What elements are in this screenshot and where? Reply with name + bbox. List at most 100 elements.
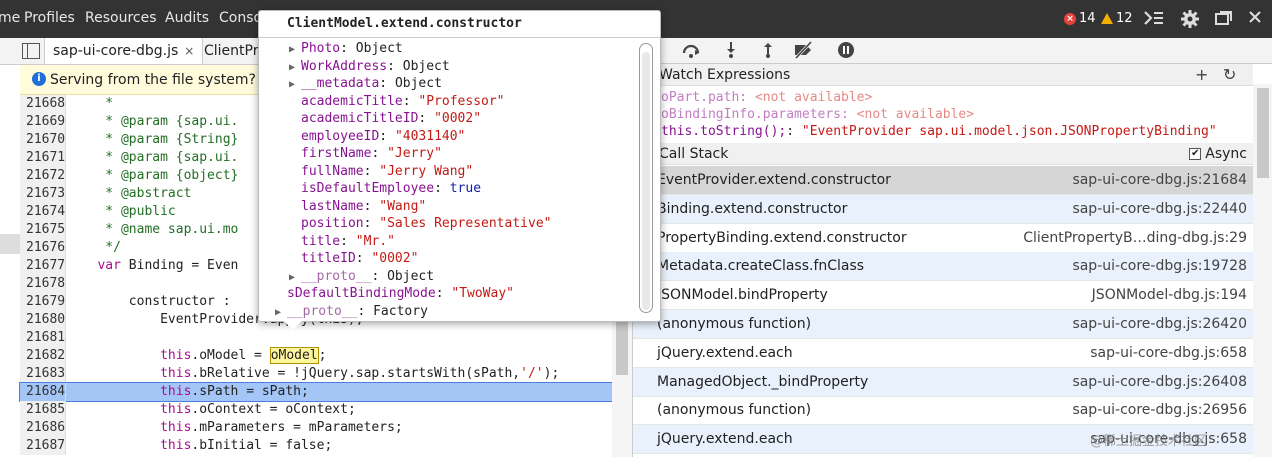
call-frame-location[interactable]: sap-ui-core-dbg.js:658 [1090,339,1247,368]
current-execution-line[interactable]: 21684 this.sPath = sPath; [19,382,613,402]
sidebar-scrollbar[interactable] [1253,84,1272,457]
call-frame-location[interactable]: sap-ui-core-dbg.js:26420 [1072,310,1247,339]
line-number[interactable]: 21674 [20,203,66,221]
call-frame[interactable]: (anonymous function) sap-ui-core-dbg.js:2… [633,396,1253,426]
key-separator: : [340,41,356,56]
step-into-icon[interactable] [721,41,741,63]
call-frame[interactable]: PropertyBinding.extend.constructor Client… [633,224,1253,253]
line-number[interactable]: 21676 [20,239,66,257]
line-number[interactable]: 21679 [20,293,66,311]
line-number[interactable]: 21681 [20,329,66,347]
expand-arrow-icon[interactable]: ▶ [289,41,301,59]
step-out-icon[interactable] [758,41,778,63]
code-line[interactable]: 21681 [20,329,612,347]
dock-side-icon[interactable] [1214,9,1234,32]
call-frame-location[interactable]: sap-ui-core-dbg.js:19728 [1072,252,1247,281]
error-counter[interactable]: × 14 [1064,11,1096,26]
pause-on-exceptions-icon[interactable] [836,41,856,63]
expand-arrow-icon[interactable]: ▶ [275,304,287,322]
code-token: .sPath = sPath; [191,384,309,399]
call-frame[interactable]: jQuery.extend.each sap-ui-core-dbg.js:658 [633,339,1253,368]
line-number[interactable]: 21678 [20,275,66,293]
watch-expression-row[interactable]: this.toString();: "EventProvider sap.ui.… [633,123,1253,140]
close-icon[interactable] [1248,9,1262,29]
code-token: var [97,258,121,273]
refresh-watch-icon[interactable]: ↻ [1223,64,1236,86]
call-frame-location[interactable]: sap-ui-core-dbg.js:26408 [1072,368,1247,397]
scrollbar-thumb[interactable] [616,315,628,375]
call-frame[interactable]: JSONModel.bindProperty JSONModel-dbg.js:1… [633,281,1253,311]
line-source: * @name sap.ui.mo [74,221,238,239]
property-row[interactable]: ▶ Photo: Object [289,40,403,58]
tab-profiles[interactable]: Profiles [24,10,75,26]
tab-resources[interactable]: Resources [85,10,157,26]
close-tab-icon[interactable]: × [184,44,194,58]
line-number[interactable]: 21670 [20,131,66,149]
expand-arrow-icon[interactable]: ▶ [289,59,301,77]
line-number[interactable]: 21680 [20,311,66,329]
add-watch-icon[interactable]: + [1195,64,1208,86]
line-number[interactable]: 21668 [20,95,66,113]
debugger-sidebar: Watch Expressions + ↻ oPart.path: <not a… [632,38,1272,457]
line-number[interactable]: 21671 [20,149,66,167]
property-row[interactable]: ▶ __proto__: Object [289,268,434,286]
line-number[interactable]: 21683 [20,365,66,383]
call-frame[interactable]: Metadata.createClass.fnClass sap-ui-core-… [633,252,1253,282]
deactivate-breakpoints-icon[interactable] [793,40,813,63]
line-source: * @param {sap.ui. [74,149,238,167]
property-row[interactable]: ▶ WorkAddress: Object [289,58,450,76]
call-frame-location[interactable]: JSONModel-dbg.js:194 [1092,281,1247,310]
info-icon: i [32,72,46,86]
line-number[interactable]: 21687 [20,437,66,455]
code-line[interactable]: 21682 this.oModel = oModel; [20,347,612,365]
line-number[interactable]: 21672 [20,167,66,185]
code-line[interactable]: 21683 this.bRelative = !jQuery.sap.start… [20,365,612,383]
toggle-navigator-icon[interactable] [22,43,40,59]
property-row[interactable]: ▶ __proto__: Factory [275,303,428,321]
line-number[interactable]: 21685 [20,401,66,419]
call-frame-location[interactable]: sap-ui-core-dbg.js:22440 [1072,195,1247,224]
property-row[interactable]: ▶ __metadata: Object [289,75,442,93]
line-number[interactable]: 21673 [20,185,66,203]
property-key: WorkAddress [301,58,388,74]
expand-arrow-icon[interactable]: ▶ [289,269,301,287]
step-over-icon[interactable] [681,41,701,63]
file-tab-sap-ui-core[interactable]: sap-ui-core-dbg.js × [44,38,204,64]
property-row: lastName: "Wang" [289,198,426,216]
call-stack-header[interactable]: Call Stack ✔ Async [633,143,1253,165]
call-frame-location[interactable]: ClientPropertyB…ding-dbg.js:29 [1023,224,1247,253]
async-checkbox[interactable]: ✔ [1189,148,1202,160]
watch-expression-row[interactable]: oPart.path: <not available> [633,89,1253,106]
console-drawer-icon[interactable] [1143,9,1165,32]
scrollbar-thumb[interactable] [642,52,650,310]
call-frame-function: (anonymous function) [657,402,812,419]
call-frame[interactable]: (anonymous function) sap-ui-core-dbg.js:2… [633,310,1253,339]
call-frame-location[interactable]: sap-ui-core-dbg.js:26956 [1072,396,1247,425]
call-frame[interactable]: EventProvider.extend.constructor sap-ui-c… [633,166,1253,195]
popover-scrollbar[interactable] [639,43,653,313]
hover-token[interactable]: oModel [269,347,319,364]
tab-console[interactable]: Conso [219,10,262,26]
tab-console-partial[interactable]: me [0,10,20,26]
code-line[interactable]: 21687 this.bInitial = false; [20,437,612,455]
debugger-toolbar [633,38,1272,64]
gear-icon[interactable] [1180,9,1200,34]
line-number[interactable]: 21669 [20,113,66,131]
call-frame[interactable]: Binding.extend.constructor sap-ui-core-db… [633,194,1253,224]
call-frame-location[interactable]: sap-ui-core-dbg.js:21684 [1072,166,1247,195]
line-number[interactable]: 21675 [20,221,66,239]
async-toggle[interactable]: ✔ Async [1189,143,1247,165]
line-number[interactable]: 21684 [20,383,66,401]
code-line[interactable]: 21685 this.oContext = oContext; [20,401,612,419]
line-number[interactable]: 21686 [20,419,66,437]
line-number[interactable]: 21682 [20,347,66,365]
line-number[interactable]: 21677 [20,257,66,275]
warning-counter[interactable]: 12 [1101,11,1133,26]
code-line[interactable]: 21686 this.mParameters = mParameters; [20,419,612,437]
scrollbar-thumb[interactable] [1257,88,1269,178]
watch-expressions-header[interactable]: Watch Expressions + ↻ [633,64,1253,86]
expand-arrow-icon[interactable]: ▶ [289,76,301,94]
watch-expression-row[interactable]: oBindingInfo.parameters: <not available> [633,106,1253,123]
call-frame[interactable]: ManagedObject._bindProperty sap-ui-core-d… [633,367,1253,397]
tab-audits[interactable]: Audits [165,10,209,26]
